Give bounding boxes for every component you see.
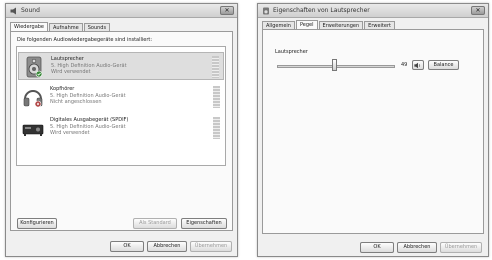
set-default-button[interactable]: Als Standard (133, 218, 177, 229)
playback-panel: Die folgenden Audiowiedergabegeräte sind… (10, 31, 233, 231)
tab-pegel[interactable]: Pegel (295, 20, 318, 29)
playback-instruction: Die folgenden Audiowiedergabegeräte sind… (17, 37, 153, 43)
speaker-volume-icon (414, 62, 421, 69)
speaker-properties-dialog: Eigenschaften von Lautsprecher ✕ Allgeme… (257, 3, 489, 257)
sound-tab-bar: Wiedergabe Aufnahme Sounds (10, 22, 111, 31)
balance-button[interactable]: Balance (428, 60, 459, 70)
mute-button[interactable] (412, 60, 424, 70)
tab-wiedergabe[interactable]: Wiedergabe (10, 22, 49, 31)
device-status: Wird verwendet (51, 69, 91, 75)
ok-button[interactable]: OK (110, 241, 144, 252)
tab-aufnahme[interactable]: Aufnahme (49, 23, 83, 31)
speaker-app-icon (263, 7, 269, 15)
tab-sounds[interactable]: Sounds (83, 23, 111, 31)
speaker-icon (26, 56, 43, 78)
sound-dialog-titlebar[interactable]: Sound ✕ (6, 4, 237, 18)
spdif-output-icon (22, 124, 44, 136)
close-button[interactable]: ✕ (471, 6, 485, 15)
device-name: Lautsprecher (51, 56, 84, 62)
close-icon: ✕ (224, 7, 230, 14)
device-item-kopfhoerer[interactable]: Kopfhörer 5. High Definition Audio-Gerät… (18, 83, 224, 111)
device-status: Wird verwendet (50, 130, 90, 136)
sound-app-icon (10, 7, 16, 15)
level-group-label: Lautsprecher (275, 49, 308, 55)
level-meter (213, 117, 220, 139)
sound-dialog-title: Sound (21, 7, 40, 14)
properties-dialog-title: Eigenschaften von Lautsprecher (273, 7, 370, 14)
device-item-lautsprecher[interactable]: Lautsprecher 5. High Definition Audio-Ge… (18, 52, 224, 80)
device-name: Kopfhörer (50, 86, 75, 92)
device-status: Nicht angeschlossen (50, 99, 102, 105)
tab-allgemein[interactable]: Allgemein (262, 21, 295, 29)
cancel-button[interactable]: Abbrechen (397, 242, 437, 253)
properties-button[interactable]: Eigenschaften (181, 218, 227, 229)
properties-tab-bar: Allgemein Pegel Erweiterungen Erweitert (262, 20, 396, 29)
volume-slider-thumb[interactable] (332, 59, 338, 71)
configure-button[interactable]: Konfigurieren (17, 218, 57, 229)
device-list[interactable]: Lautsprecher 5. High Definition Audio-Ge… (16, 46, 226, 166)
sound-dialog: Sound ✕ Wiedergabe Aufnahme Sounds Die f… (5, 3, 238, 257)
device-item-spdif[interactable]: Digitales Ausgabegerät (SPDIF) 5. High D… (18, 114, 224, 142)
level-meter (213, 86, 220, 108)
level-panel: Lautsprecher 49 Balance (262, 29, 484, 234)
tab-erweiterungen[interactable]: Erweiterungen (318, 21, 364, 29)
close-button[interactable]: ✕ (220, 6, 234, 15)
headphones-icon (23, 90, 43, 108)
close-icon: ✕ (475, 7, 481, 14)
volume-value: 49 (401, 62, 408, 68)
ok-button[interactable]: OK (360, 242, 394, 253)
device-name: Digitales Ausgabegerät (SPDIF) (50, 117, 129, 123)
tab-erweitert[interactable]: Erweitert (364, 21, 395, 29)
apply-button[interactable]: Übernehmen (440, 242, 482, 253)
apply-button[interactable]: Übernehmen (190, 241, 232, 252)
cancel-button[interactable]: Abbrechen (147, 241, 187, 252)
level-meter (212, 56, 219, 78)
properties-dialog-titlebar[interactable]: Eigenschaften von Lautsprecher ✕ (258, 4, 488, 18)
